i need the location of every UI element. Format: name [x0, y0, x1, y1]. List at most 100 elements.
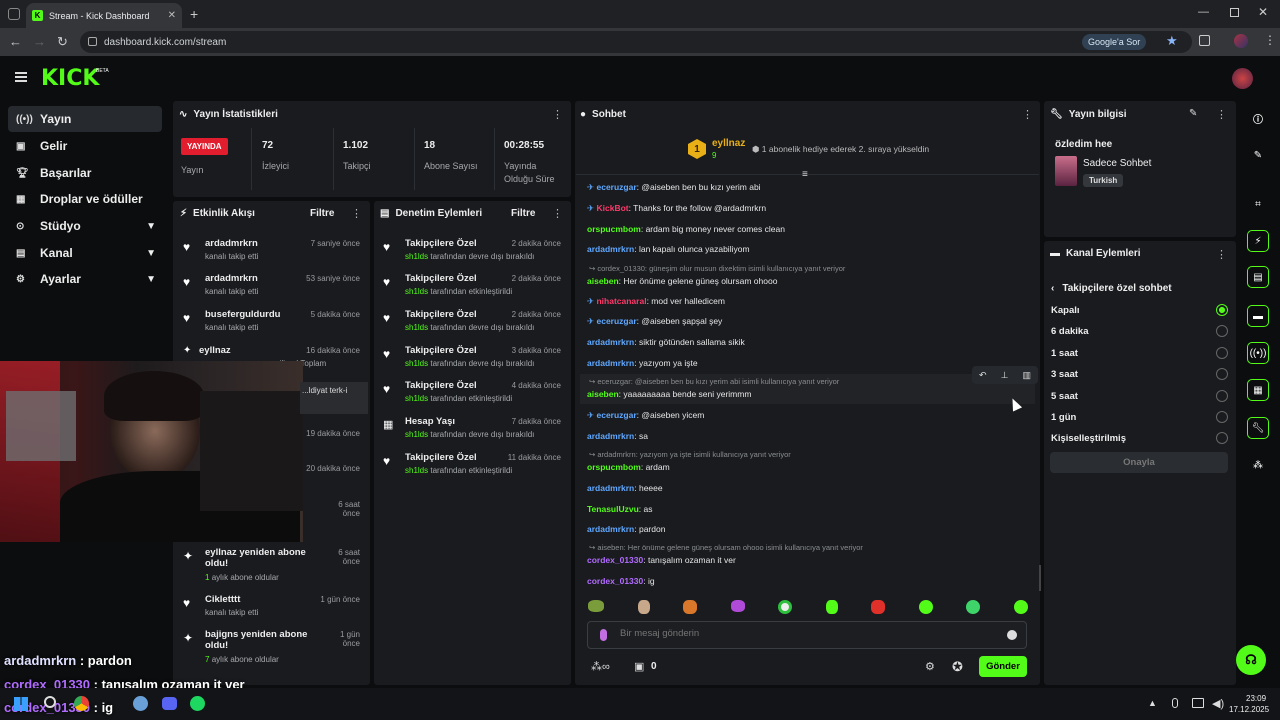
- emote-icon[interactable]: [918, 600, 933, 614]
- followers-only-option[interactable]: 1 saat: [1051, 346, 1228, 360]
- followers-only-option[interactable]: 3 saat: [1051, 367, 1228, 381]
- radio-button[interactable]: [1216, 325, 1228, 337]
- sidebar-item-yayin[interactable]: ((•)) Yayın: [8, 106, 162, 132]
- tray-chevron-icon[interactable]: ▲: [1148, 698, 1157, 708]
- channel-actions-menu-icon[interactable]: ⋮: [1216, 248, 1227, 261]
- followers-only-option[interactable]: 6 dakika: [1051, 324, 1228, 338]
- chat-button-icon[interactable]: ▬: [1247, 305, 1269, 327]
- google-ask-button[interactable]: Google'a Sor: [1082, 34, 1147, 50]
- stats-menu-icon[interactable]: ⋮: [552, 108, 563, 121]
- emoji-picker-icon[interactable]: [1007, 630, 1017, 640]
- info-icon[interactable]: ⓘ: [1247, 107, 1269, 129]
- browser-menu-icon[interactable]: ⋮: [1264, 33, 1276, 47]
- lightning-button-icon[interactable]: ⚡︎: [1247, 230, 1269, 252]
- chat-username[interactable]: ardadmrkrn: [587, 524, 634, 534]
- app-taskbar-icon[interactable]: [133, 696, 148, 711]
- kick-logo[interactable]: KICK: [41, 66, 99, 91]
- microphone-icon[interactable]: [600, 629, 607, 641]
- sidebar-item-ayarlar[interactable]: ⚙ Ayarlar ▼: [8, 266, 162, 292]
- browser-tab[interactable]: K Stream - Kick Dashboard ✕: [26, 3, 182, 28]
- chat-username[interactable]: eceruzgar: [596, 316, 636, 326]
- sidebar-item-studyo[interactable]: ⊙ Stüdyo ▼: [8, 213, 162, 239]
- user-avatar[interactable]: [1232, 68, 1253, 89]
- tab-search-icon[interactable]: [8, 8, 20, 20]
- chat-username[interactable]: orspucmbom: [587, 224, 641, 234]
- back-icon[interactable]: ←: [9, 34, 22, 49]
- points-icon[interactable]: ⁂∞: [591, 660, 610, 673]
- followers-only-back[interactable]: ‹ Takipçilere özel sohbet: [1051, 283, 1172, 294]
- chat-scrollbar[interactable]: [1039, 565, 1041, 591]
- emote-icon[interactable]: [683, 600, 698, 614]
- radio-button[interactable]: [1216, 411, 1228, 423]
- reply-icon[interactable]: ↶: [979, 370, 987, 381]
- pin-toggle-icon[interactable]: ≡: [802, 169, 808, 180]
- send-button[interactable]: Gönder: [979, 656, 1027, 677]
- stream-info-menu-icon[interactable]: ⋮: [1216, 108, 1227, 121]
- moderation-filter-button[interactable]: Filtre: [511, 208, 535, 219]
- search-icon[interactable]: [44, 696, 56, 708]
- radio-button[interactable]: [1216, 368, 1228, 380]
- site-info-icon[interactable]: [88, 37, 97, 46]
- volume-tray-icon[interactable]: ◀): [1212, 697, 1224, 710]
- chat-username[interactable]: ardadmrkrn: [587, 431, 634, 441]
- confirm-button[interactable]: Onayla: [1050, 452, 1228, 473]
- chat-username[interactable]: ardadmrkrn: [587, 483, 634, 493]
- support-button[interactable]: ☊: [1236, 645, 1266, 675]
- treasure-icon[interactable]: ▣: [634, 660, 644, 673]
- activity-filter-button[interactable]: Filtre: [310, 208, 334, 219]
- delete-icon[interactable]: ▥: [1022, 370, 1031, 381]
- emote-icon[interactable]: [825, 600, 838, 614]
- community-icon[interactable]: ⁂: [1247, 454, 1269, 476]
- followers-only-option[interactable]: 5 saat: [1051, 389, 1228, 403]
- chat-username[interactable]: ardadmrkrn: [587, 244, 634, 254]
- emote-icon[interactable]: [588, 600, 604, 612]
- network-tray-icon[interactable]: [1192, 698, 1204, 708]
- radio-button[interactable]: [1216, 304, 1228, 316]
- extensions-icon[interactable]: [1199, 35, 1210, 46]
- url-bar[interactable]: dashboard.kick.com/stream: [80, 31, 1192, 53]
- activity-menu-icon[interactable]: ⋮: [351, 207, 362, 220]
- sidebar-item-droplar[interactable]: ▦ Droplar ve ödüller: [8, 186, 162, 212]
- spotify-taskbar-icon[interactable]: [190, 696, 205, 711]
- profile-avatar[interactable]: [1234, 34, 1248, 48]
- reload-icon[interactable]: ↻: [57, 34, 68, 50]
- emote-icon[interactable]: [966, 600, 981, 614]
- chat-username[interactable]: orspucmbom: [587, 462, 641, 472]
- chat-username[interactable]: cordex_01330: [587, 576, 643, 586]
- emote-icon[interactable]: [778, 600, 793, 614]
- sidebar-item-basarilar[interactable]: 🏆︎ Başarılar: [8, 160, 162, 186]
- chat-message-input[interactable]: [620, 628, 990, 639]
- moderation-menu-icon[interactable]: ⋮: [552, 207, 563, 220]
- chrome-taskbar-icon[interactable]: [74, 696, 89, 711]
- radio-button[interactable]: [1216, 432, 1228, 444]
- document-button-icon[interactable]: ▤: [1247, 266, 1269, 288]
- chat-username[interactable]: nihatcanaral: [596, 296, 646, 306]
- mic-tray-icon[interactable]: [1172, 698, 1178, 708]
- emote-icon[interactable]: [1013, 600, 1028, 614]
- chat-username[interactable]: eceruzgar: [596, 182, 636, 192]
- chat-username[interactable]: eceruzgar: [596, 410, 636, 420]
- emote-icon[interactable]: [730, 600, 745, 612]
- emote-icon[interactable]: [871, 600, 886, 614]
- minimize-icon[interactable]: —: [1198, 6, 1209, 18]
- chat-username[interactable]: aiseben: [587, 389, 619, 399]
- bookmark-star-icon[interactable]: ★: [1166, 33, 1178, 49]
- followers-only-option[interactable]: Kapalı: [1051, 303, 1228, 317]
- close-window-icon[interactable]: ✕: [1258, 5, 1268, 19]
- tab-close-icon[interactable]: ✕: [168, 10, 176, 21]
- chat-settings-icon[interactable]: ⚙: [925, 660, 935, 673]
- chat-username[interactable]: TenasulUzvu: [587, 504, 639, 514]
- forward-icon[interactable]: →: [33, 34, 46, 49]
- maximize-icon[interactable]: [1230, 8, 1239, 17]
- pin-icon[interactable]: ⊥: [1001, 370, 1009, 381]
- chat-username[interactable]: cordex_01330: [587, 555, 643, 565]
- pencil-icon[interactable]: ✎: [1247, 144, 1269, 166]
- chat-menu-icon[interactable]: ⋮: [1022, 108, 1033, 121]
- chat-username[interactable]: ardadmrkrn: [587, 337, 634, 347]
- hamburger-menu-icon[interactable]: [15, 72, 27, 82]
- radio-button[interactable]: [1216, 347, 1228, 359]
- new-tab-icon[interactable]: +: [190, 6, 198, 22]
- layout-button-icon[interactable]: ▦: [1247, 379, 1269, 401]
- edit-icon[interactable]: ✎: [1189, 108, 1197, 119]
- sidebar-item-kanal[interactable]: ▤ Kanal ▼: [8, 240, 162, 266]
